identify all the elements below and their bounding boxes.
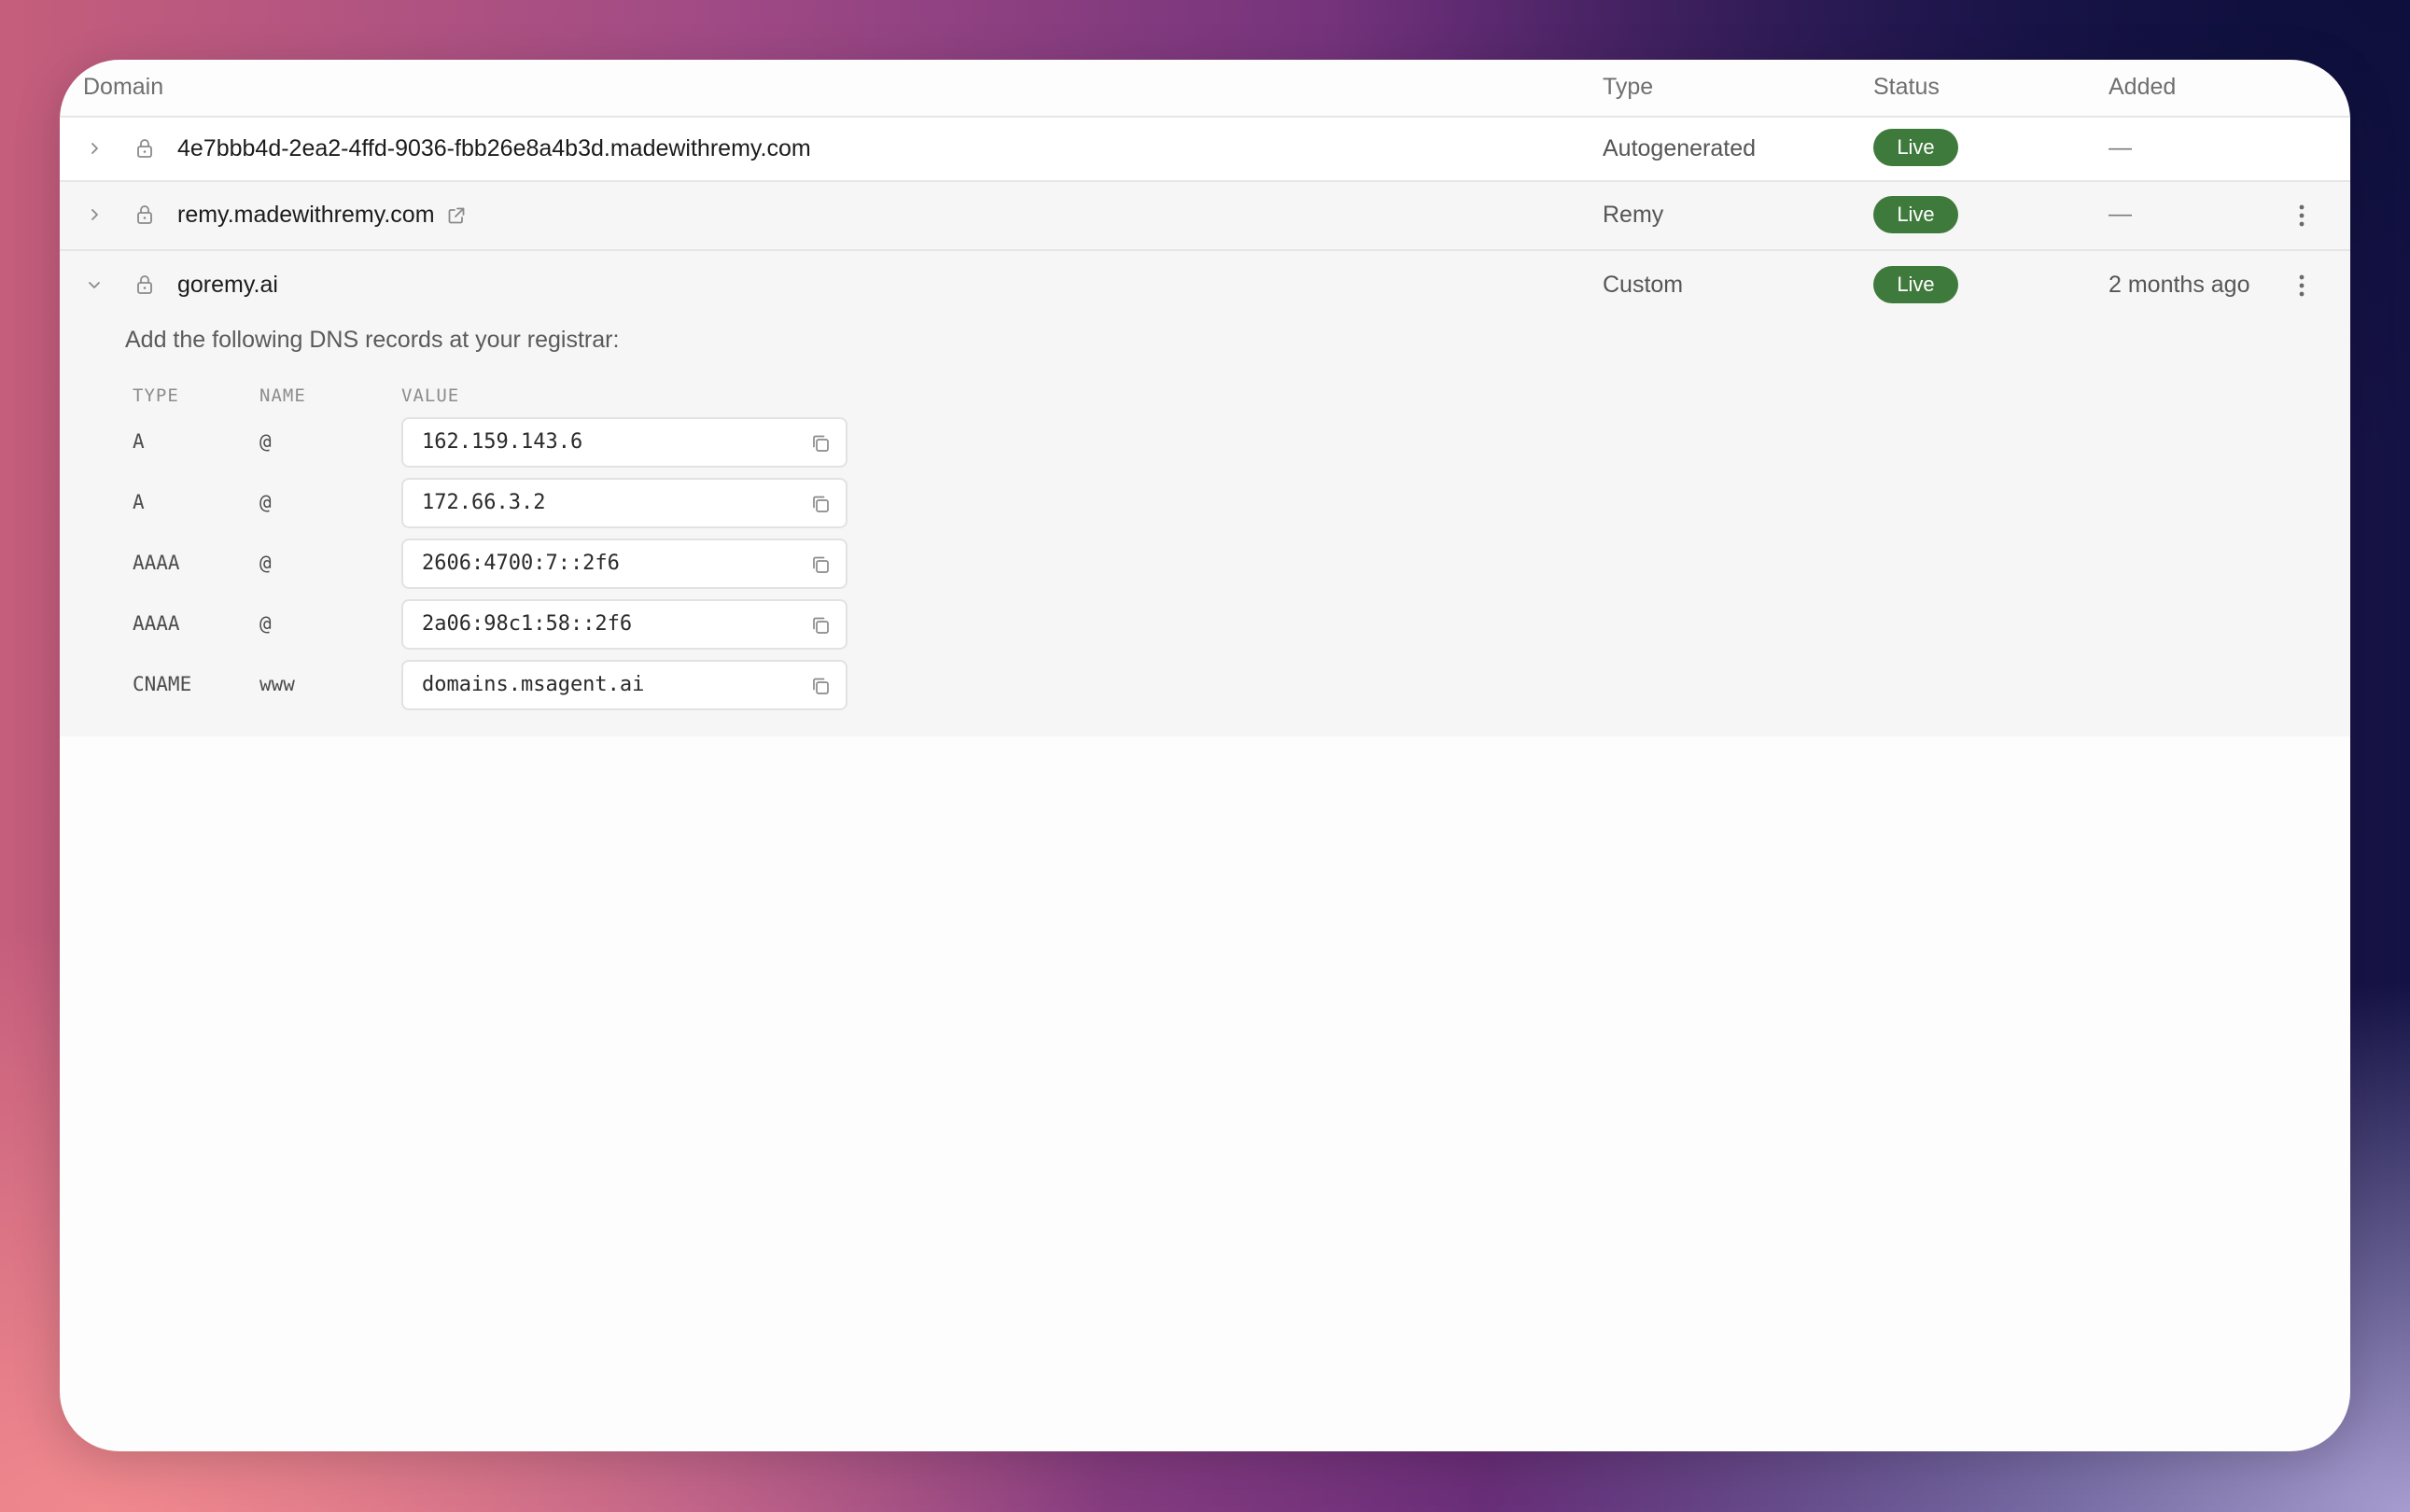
dns-record-name: @ bbox=[259, 612, 272, 635]
table-row-expanded[interactable]: goremy.ai Custom Live 2 months ago Add t… bbox=[60, 251, 2350, 736]
status-badge: Live bbox=[1873, 196, 1958, 233]
dns-record-name: @ bbox=[259, 430, 272, 453]
chevron-down-icon[interactable] bbox=[82, 273, 106, 297]
dns-record-type: AAAA bbox=[133, 552, 180, 574]
added-value: — bbox=[2109, 134, 2132, 161]
dns-record-row: AAAA @ 2a06:98c1:58::2f6 bbox=[60, 599, 900, 651]
dns-record-type: A bbox=[133, 430, 145, 453]
status-badge: Live bbox=[1873, 129, 1958, 166]
dns-record-value[interactable]: domains.msagent.ai bbox=[422, 673, 644, 696]
dns-record-value-field[interactable]: 2606:4700:7::2f6 bbox=[401, 539, 848, 589]
copy-icon[interactable] bbox=[808, 553, 833, 577]
dns-header-type: TYPE bbox=[133, 385, 179, 406]
dns-instructions: Add the following DNS records at your re… bbox=[125, 327, 620, 353]
dns-record-value[interactable]: 2a06:98c1:58::2f6 bbox=[422, 612, 632, 636]
domain-type: Autogenerated bbox=[1603, 135, 1757, 161]
chevron-right-icon[interactable] bbox=[82, 203, 106, 227]
domain-name-text: remy.madewithremy.com bbox=[177, 202, 435, 228]
domain-name: remy.madewithremy.com bbox=[177, 202, 467, 229]
dns-record-type: CNAME bbox=[133, 673, 192, 695]
domain-name: 4e7bbb4d-2ea2-4ffd-9036-fbb26e8a4b3d.mad… bbox=[177, 135, 811, 162]
copy-icon[interactable] bbox=[808, 431, 833, 455]
dns-header-name: NAME bbox=[259, 385, 306, 406]
header-domain: Domain bbox=[83, 74, 164, 100]
dns-record-value[interactable]: 162.159.143.6 bbox=[422, 430, 582, 454]
dns-record-row: CNAME www domains.msagent.ai bbox=[60, 660, 900, 712]
dns-record-row: A @ 172.66.3.2 bbox=[60, 478, 900, 530]
lock-icon bbox=[133, 273, 157, 297]
domain-type: Custom bbox=[1603, 272, 1684, 298]
dns-record-value[interactable]: 2606:4700:7::2f6 bbox=[422, 552, 620, 575]
more-vertical-icon[interactable] bbox=[2290, 202, 2314, 230]
dns-record-value[interactable]: 172.66.3.2 bbox=[422, 491, 545, 514]
lock-icon bbox=[133, 203, 157, 227]
table-row[interactable]: 4e7bbb4d-2ea2-4ffd-9036-fbb26e8a4b3d.mad… bbox=[60, 118, 2350, 182]
dns-record-value-field[interactable]: domains.msagent.ai bbox=[401, 660, 848, 710]
chevron-right-icon[interactable] bbox=[82, 136, 106, 161]
added-value: — bbox=[2109, 201, 2132, 227]
more-vertical-icon[interactable] bbox=[2290, 272, 2314, 300]
header-status: Status bbox=[1873, 74, 1940, 100]
copy-icon[interactable] bbox=[808, 613, 833, 637]
dns-record-row: A @ 162.159.143.6 bbox=[60, 417, 900, 469]
table-row[interactable]: remy.madewithremy.com Remy Live — bbox=[60, 182, 2350, 251]
dns-record-value-field[interactable]: 172.66.3.2 bbox=[401, 478, 848, 528]
dns-record-name: @ bbox=[259, 552, 272, 574]
external-link-icon[interactable] bbox=[446, 205, 467, 226]
header-type: Type bbox=[1603, 74, 1654, 100]
copy-icon[interactable] bbox=[808, 492, 833, 516]
domain-type: Remy bbox=[1603, 202, 1664, 228]
dns-record-name: @ bbox=[259, 491, 272, 513]
dns-record-value-field[interactable]: 162.159.143.6 bbox=[401, 417, 848, 468]
dns-record-type: AAAA bbox=[133, 612, 180, 635]
dns-header-value: VALUE bbox=[401, 385, 460, 406]
status-badge: Live bbox=[1873, 266, 1958, 303]
header-added: Added bbox=[2109, 74, 2177, 100]
lock-icon bbox=[133, 136, 157, 161]
domains-window: Domain Type Status Added 4e7bbb4d-2ea2-4… bbox=[60, 60, 2350, 1451]
domain-name: goremy.ai bbox=[177, 272, 278, 299]
domain-name-text: goremy.ai bbox=[177, 272, 278, 298]
dns-record-type: A bbox=[133, 491, 145, 513]
copy-icon[interactable] bbox=[808, 674, 833, 698]
added-value: 2 months ago bbox=[2109, 272, 2250, 298]
dns-record-row: AAAA @ 2606:4700:7::2f6 bbox=[60, 539, 900, 591]
domain-name-text: 4e7bbb4d-2ea2-4ffd-9036-fbb26e8a4b3d.mad… bbox=[177, 135, 811, 161]
dns-record-name: www bbox=[259, 673, 295, 695]
table-header: Domain Type Status Added bbox=[60, 60, 2350, 118]
dns-record-value-field[interactable]: 2a06:98c1:58::2f6 bbox=[401, 599, 848, 650]
